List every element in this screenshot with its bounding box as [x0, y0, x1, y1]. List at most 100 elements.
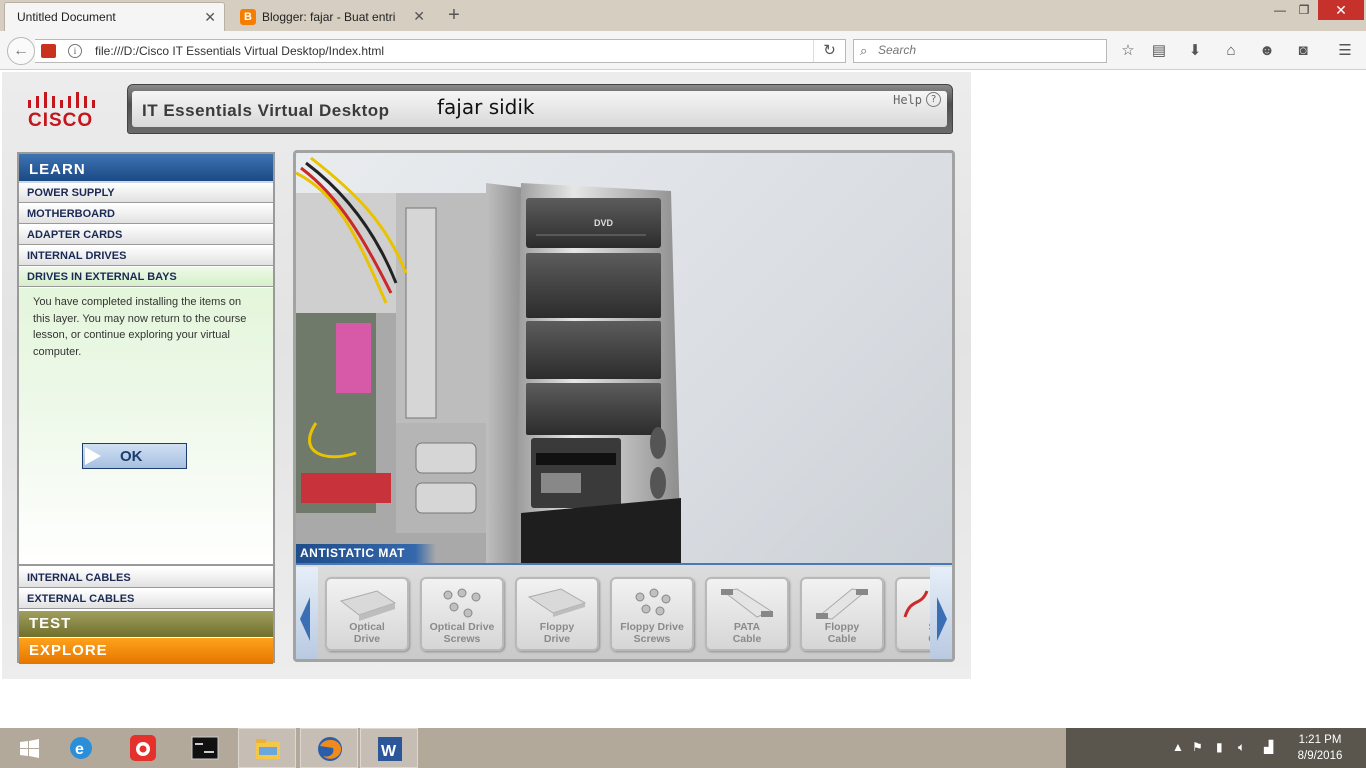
arrow-left-icon — [300, 597, 310, 641]
tray-item-floppy-cable[interactable]: Floppy Cable — [800, 577, 884, 651]
menu-icon[interactable]: ☰ — [1335, 41, 1355, 61]
taskbar-internet-explorer[interactable]: e — [52, 728, 110, 768]
minimize-button[interactable]: — — [1267, 0, 1293, 20]
restore-button[interactable]: ❐ — [1291, 0, 1317, 20]
help-label: Help — [893, 92, 922, 107]
pocket-icon[interactable]: ◙ — [1293, 41, 1313, 61]
network-icon[interactable]: ▟ — [1264, 740, 1273, 754]
blogger-icon: B — [240, 8, 256, 25]
cisco-bridge-icon — [28, 92, 95, 108]
tray-scroll-left-button[interactable] — [296, 567, 318, 659]
svg-text:W: W — [381, 743, 397, 760]
taskbar-command-prompt[interactable] — [176, 728, 234, 768]
sidebar: LEARN POWER SUPPLY MOTHERBOARD ADAPTER C… — [17, 152, 275, 664]
chevron-up-icon[interactable]: ▲ — [1172, 740, 1184, 754]
navigation-toolbar: ← i file:///D:/Cisco IT Essentials Virtu… — [0, 31, 1366, 70]
reader-view-icon[interactable]: ▤ — [1149, 41, 1169, 61]
info-icon[interactable]: i — [68, 44, 82, 58]
close-tab-icon[interactable]: ✕ — [204, 9, 216, 26]
system-clock[interactable]: 1:21 PM 8/9/2016 — [1285, 732, 1355, 764]
tab-untitled-document[interactable]: Untitled Document ✕ — [4, 2, 225, 31]
tray-item-floppy-drive[interactable]: Floppy Drive — [515, 577, 599, 651]
tab-blogger[interactable]: B Blogger: fajar - Buat entri ✕ — [228, 2, 433, 31]
optical-drive-icon — [339, 590, 397, 621]
pata-cable-icon — [721, 588, 773, 618]
site-identity-icon[interactable] — [41, 44, 56, 58]
home-icon[interactable]: ⌂ — [1221, 41, 1241, 61]
help-button[interactable]: Help ? — [893, 92, 941, 107]
tray-item-optical-drive[interactable]: Optical Drive — [325, 577, 409, 651]
tab-title: Untitled Document — [17, 10, 116, 24]
back-button[interactable]: ← — [7, 37, 35, 65]
url-text[interactable]: file:///D:/Cisco IT Essentials Virtual D… — [95, 44, 384, 58]
taskbar: e W ▲ ⚑ ▮ 🔈︎ ▟ 1:21 PM 8/9/2016 — [0, 728, 1366, 768]
arrow-right-icon — [937, 597, 947, 641]
instruction-panel: You have completed installing the items … — [19, 288, 273, 566]
learn-section-header[interactable]: LEARN — [19, 154, 273, 183]
tray-item-pata-cable[interactable]: PATA Cable — [705, 577, 789, 651]
component-tray: Optical Drive Optical Drive Screws Floppy D… — [296, 563, 952, 659]
flag-icon[interactable]: ⚑ — [1192, 740, 1203, 754]
svg-text:e: e — [75, 741, 84, 758]
sidebar-item-internal-drives[interactable]: INTERNAL DRIVES — [19, 246, 273, 266]
hello-icon[interactable]: ☻ — [1257, 41, 1277, 61]
bookmark-star-icon[interactable]: ☆ — [1118, 41, 1138, 61]
sidebar-item-motherboard[interactable]: MOTHERBOARD — [19, 204, 273, 224]
sidebar-item-adapter-cards[interactable]: ADAPTER CARDS — [19, 225, 273, 245]
taskbar-firefox[interactable] — [300, 728, 358, 768]
help-icon: ? — [926, 92, 941, 107]
tray-item-floppy-drive-screws[interactable]: Floppy Drive Screws — [610, 577, 694, 651]
volume-icon[interactable]: 🔈︎ — [1238, 740, 1245, 755]
internet-explorer-icon: e — [70, 737, 92, 759]
taskbar-word[interactable]: W — [360, 728, 418, 768]
reload-icon[interactable]: ↻ — [813, 40, 845, 62]
search-bar[interactable]: ⌕ — [853, 39, 1107, 63]
firefox-icon — [318, 737, 342, 761]
explore-section-header[interactable]: EXPLORE — [19, 638, 273, 664]
sidebar-item-drives-external-bays[interactable]: DRIVES IN EXTERNAL BAYS — [19, 267, 273, 287]
tray-item-label: Floppy Drive Screws — [620, 621, 684, 645]
tray-item-label: PATA Cable — [732, 621, 762, 645]
tray-item-optical-drive-screws[interactable]: Optical Drive Screws — [420, 577, 504, 651]
tray-item-sata-cable[interactable]: SC — [895, 577, 935, 651]
tray-item-label: Floppy Cable — [824, 621, 860, 645]
ok-label: OK — [120, 448, 143, 465]
download-icon[interactable]: ⬇ — [1185, 41, 1205, 61]
virtual-desktop-app: CISCO IT Essentials Virtual Desktop faja… — [2, 72, 971, 679]
sidebar-item-external-cables[interactable]: EXTERNAL CABLES — [19, 589, 273, 609]
taskbar-file-explorer[interactable] — [238, 728, 296, 768]
close-window-button[interactable]: ✕ — [1318, 0, 1364, 20]
antistatic-mat-label: ANTISTATIC MAT — [296, 544, 436, 563]
power-icon[interactable]: ▮ — [1216, 740, 1223, 754]
ok-button[interactable]: OK — [82, 443, 187, 469]
word-icon: W — [378, 737, 402, 761]
screws-icon — [635, 588, 671, 616]
new-tab-button[interactable]: + — [443, 4, 465, 26]
dvd-label: DVD — [594, 218, 614, 228]
tab-title: Blogger: fajar - Buat entri — [262, 9, 396, 24]
screws-icon — [443, 588, 481, 618]
sidebar-item-power-supply[interactable]: POWER SUPPLY — [19, 183, 273, 203]
taskbar-camera-app[interactable] — [114, 728, 172, 768]
url-bar[interactable]: i file:///D:/Cisco IT Essentials Virtual… — [35, 39, 846, 63]
cisco-wordmark: CISCO — [28, 110, 94, 131]
start-button[interactable] — [0, 728, 58, 768]
tray-item-label: Floppy Drive — [539, 621, 575, 645]
tray-scroll-right-button[interactable] — [930, 567, 952, 659]
test-section-header[interactable]: TEST — [19, 611, 273, 637]
header-inner: IT Essentials Virtual Desktop fajar sidi… — [132, 91, 947, 127]
page-title: IT Essentials Virtual Desktop — [142, 101, 390, 120]
search-input[interactable] — [878, 43, 1098, 57]
close-tab-icon[interactable]: ✕ — [413, 8, 425, 25]
component-viewer: DVD ANTISTATIC MAT Optical Drive Optical … — [293, 150, 955, 662]
clock-time: 1:21 PM — [1298, 734, 1342, 746]
sidebar-item-internal-cables[interactable]: INTERNAL CABLES — [19, 568, 273, 588]
app-header: IT Essentials Virtual Desktop fajar sidi… — [127, 84, 953, 134]
user-name: fajar sidik — [437, 95, 535, 119]
search-icon: ⌕ — [860, 43, 868, 58]
floppy-drive-icon — [527, 588, 587, 617]
command-prompt-icon — [191, 736, 219, 760]
clock-date: 8/9/2016 — [1297, 750, 1343, 762]
computer-case-illustration[interactable]: DVD — [296, 153, 952, 563]
file-explorer-icon — [256, 739, 280, 759]
